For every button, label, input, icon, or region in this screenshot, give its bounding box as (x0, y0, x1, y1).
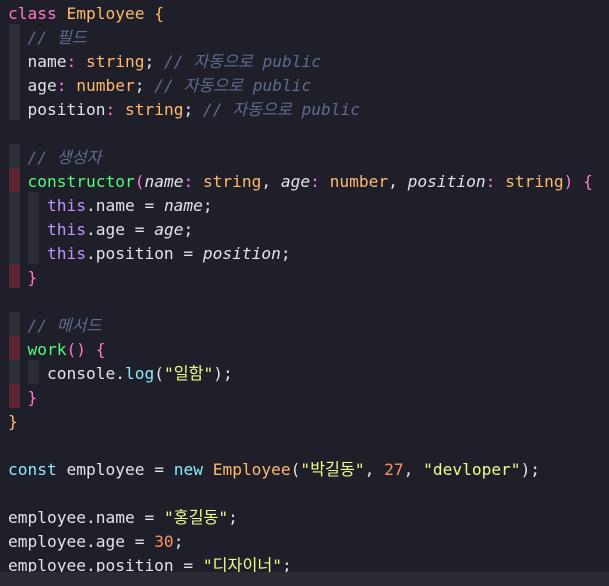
method-call: log (124, 364, 155, 383)
parameter: age (154, 220, 184, 239)
paren: ( (134, 172, 145, 191)
semicolon: ; (183, 100, 194, 119)
code-line[interactable]: age: number; // 자동으로 public (8, 74, 312, 98)
semicolon: ; (183, 220, 194, 239)
code-line[interactable]: this.age = age; (8, 218, 193, 242)
keyword: const (8, 460, 57, 479)
object-name: console (46, 364, 116, 383)
comma: , (403, 460, 414, 479)
dot: . (115, 364, 125, 383)
code-line[interactable]: } (8, 386, 38, 410)
comment: // 자동으로 public (154, 76, 312, 95)
code-line[interactable]: position: string; // 자동으로 public (8, 98, 360, 122)
semicolon: ; (134, 76, 145, 95)
code-line[interactable]: console.log("일함"); (8, 362, 233, 386)
brace: } (27, 388, 38, 407)
type: string (505, 172, 564, 191)
property: name (27, 52, 67, 71)
code-line[interactable]: employee.name = "홍길동"; (8, 506, 238, 530)
semicolon: ; (144, 52, 155, 71)
type: number (76, 76, 135, 95)
comment: // 생성자 (27, 148, 102, 167)
type: string (85, 52, 145, 71)
type: number (329, 172, 389, 191)
paren: ( (290, 460, 301, 479)
property: age (27, 76, 57, 95)
paren: ); (520, 460, 541, 479)
comment: // 필드 (27, 28, 87, 47)
parameter: position (202, 244, 281, 263)
this-keyword: this (46, 220, 86, 239)
comma: , (364, 460, 375, 479)
number-literal: 30 (154, 532, 174, 551)
this-keyword: this (46, 244, 86, 263)
code-line[interactable]: // 필드 (8, 26, 87, 50)
keyword: new (173, 460, 203, 479)
paren: ); (213, 364, 233, 383)
member-access: .age = (85, 220, 155, 239)
code-line[interactable]: // 생성자 (8, 146, 102, 170)
horizontal-scrollbar[interactable] (0, 572, 609, 586)
comment: // 메서드 (27, 316, 102, 335)
constructor-keyword: constructor (27, 172, 135, 191)
assignment-target: employee.age = (8, 532, 155, 551)
operator: = (154, 460, 164, 479)
code-line[interactable]: this.name = name; (8, 194, 213, 218)
semicolon: ; (280, 244, 291, 263)
comment: // 자동으로 public (202, 100, 360, 119)
colon: : (66, 52, 77, 71)
code-line[interactable]: this.position = position; (8, 242, 291, 266)
brace: } (8, 412, 18, 431)
brace: { (95, 340, 106, 359)
semicolon: ; (202, 196, 213, 215)
brace: { (583, 172, 593, 191)
code-line[interactable]: // 메서드 (8, 314, 102, 338)
code-line[interactable]: } (8, 266, 38, 290)
property: position (27, 100, 106, 119)
number-literal: 27 (384, 460, 404, 479)
class-name: Employee (66, 4, 145, 23)
type: string (124, 100, 184, 119)
member-access: .name = (85, 196, 164, 215)
paren: ) (563, 172, 574, 191)
comment: // 자동으로 public (163, 52, 321, 71)
string-literal: "devloper" (423, 460, 521, 479)
parameter: name (144, 172, 184, 191)
code-line[interactable]: } (8, 410, 18, 434)
brace: { (154, 4, 164, 23)
semicolon: ; (228, 508, 238, 527)
colon: : (105, 100, 116, 119)
parameter: name (163, 196, 203, 215)
string-literal: "홍길동" (163, 508, 229, 527)
code-line[interactable]: const employee = new Employee("박길동", 27,… (8, 458, 540, 482)
paren: ( (154, 364, 164, 383)
assignment-target: employee.name = (8, 508, 164, 527)
paren: () (66, 340, 86, 359)
parameter: age (280, 172, 311, 191)
code-line[interactable]: constructor(name: string, age: number, p… (8, 170, 593, 194)
semicolon: ; (173, 532, 184, 551)
class-name: Employee (212, 460, 291, 479)
code-line[interactable]: employee.age = 30; (8, 530, 183, 554)
keyword: class (8, 4, 57, 23)
this-keyword: this (46, 196, 86, 215)
brace: } (27, 268, 38, 287)
code-line[interactable]: name: string; // 자동으로 public (8, 50, 322, 74)
variable: employee (66, 460, 145, 479)
parameter: position (407, 172, 486, 191)
member-access: .position = (85, 244, 203, 263)
code-line[interactable]: work() { (8, 338, 106, 362)
method-name: work (27, 340, 67, 359)
colon: : (56, 76, 67, 95)
string-literal: "일함" (163, 364, 214, 383)
type: string (202, 172, 262, 191)
code-line[interactable]: class Employee { (8, 2, 164, 26)
code-editor[interactable]: class Employee { // 필드 name: string; // … (0, 0, 609, 586)
string-literal: "박길동" (300, 460, 365, 479)
